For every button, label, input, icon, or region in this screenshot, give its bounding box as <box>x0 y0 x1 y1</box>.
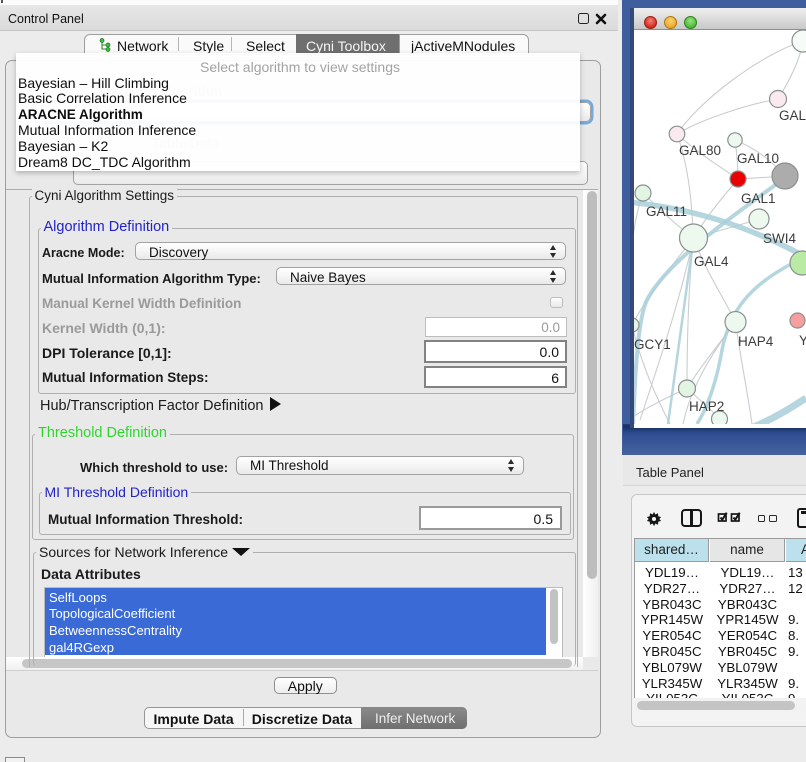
svg-text:GAL: GAL <box>779 108 806 123</box>
svg-text:GAL10: GAL10 <box>737 151 779 166</box>
svg-text:SWI4: SWI4 <box>763 231 796 246</box>
svg-text:HAP2: HAP2 <box>689 399 724 414</box>
svg-text:GAL1: GAL1 <box>741 191 776 206</box>
svg-text:GAL4: GAL4 <box>694 254 729 269</box>
svg-text:Y: Y <box>799 333 806 348</box>
svg-text:GAL80: GAL80 <box>679 143 721 158</box>
svg-text:GAL11: GAL11 <box>646 204 687 219</box>
svg-text:HAP4: HAP4 <box>738 334 774 349</box>
svg-text:GCY1: GCY1 <box>634 337 671 352</box>
